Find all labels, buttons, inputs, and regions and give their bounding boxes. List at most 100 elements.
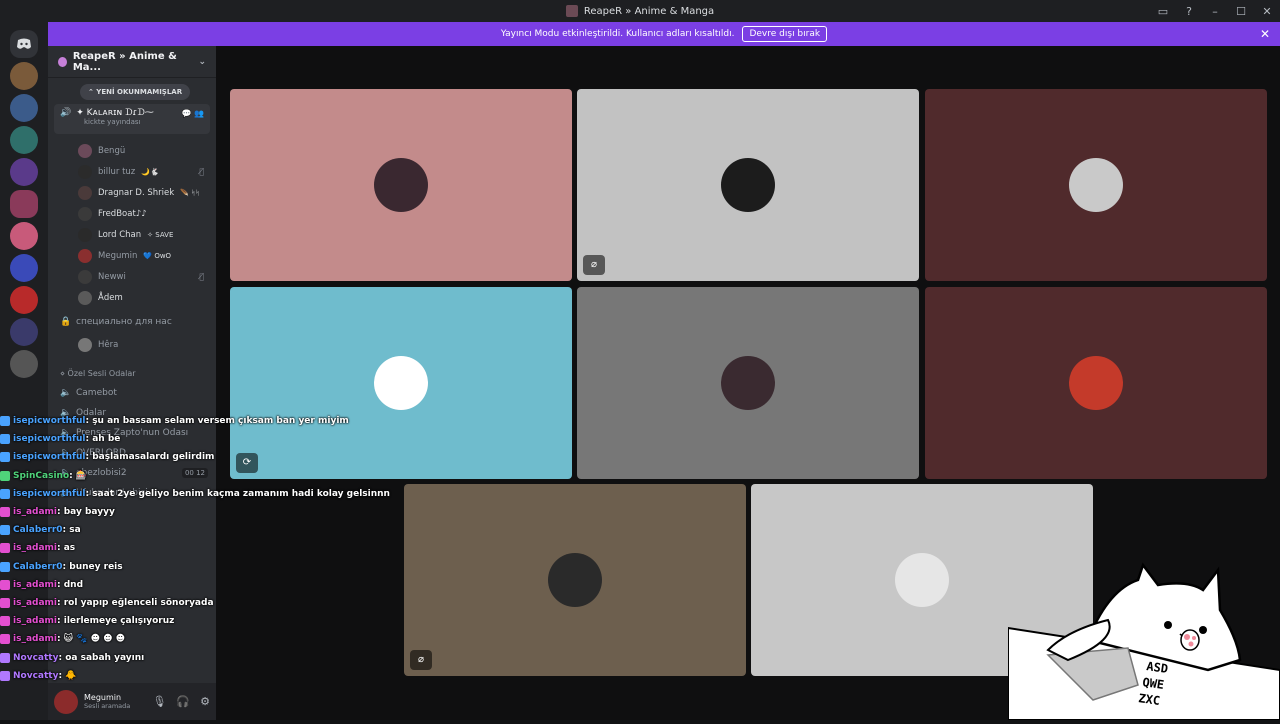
member-name: Hêra [98, 339, 119, 350]
user-status: Sesli aramada [84, 702, 131, 710]
svg-text:ZXC: ZXC [1138, 691, 1161, 708]
server-icon[interactable] [10, 350, 38, 378]
video-tile[interactable]: ⌀ [404, 484, 746, 676]
channel-list: 🔈 Camebot 🔈 Odalar 🔈 Prenses Zapto'nun Odası 🔈… [48, 383, 216, 503]
voice-channel[interactable]: 🔈 Camebot [48, 383, 216, 403]
muted-mic-icon: ⌀ [410, 650, 432, 670]
disable-streamer-mode-button[interactable]: Devre dışı bırak [742, 26, 828, 42]
bongo-cat-overlay: ASD QWE ZXC [1007, 560, 1280, 721]
member-badge: ✧ SAVE [147, 230, 174, 239]
speaker-icon: 🔈 [60, 448, 72, 458]
speaker-icon: 🔈 [60, 468, 72, 478]
member-name: Dragnar D. Shriek [98, 187, 175, 198]
member-name: Ådem [98, 292, 123, 303]
channel-name: OVERLORD [76, 448, 126, 458]
category-header[interactable]: ⋄ Özel Sesli Odalar [48, 363, 216, 383]
help-icon[interactable]: ? [1176, 5, 1202, 18]
server-badge-icon [58, 56, 67, 67]
speaker-icon: 🔈 [60, 488, 72, 498]
server-icon[interactable] [10, 254, 38, 282]
video-tile[interactable] [925, 89, 1267, 281]
server-header[interactable]: ReapeR » Anime & Ma... ⌄ [48, 46, 216, 78]
avatar [78, 227, 92, 242]
voice-channel[interactable]: 🔈 Ufukçular Lobisi [48, 483, 216, 503]
voice-member-list: Bengü billur tuz 🌙🐇 🎙̸ Dragnar D. Shriek 🪶 ᛋᛋ… [48, 140, 216, 308]
window-titlebar: ReapeR » Anime & Manga ▭ ? – ☐ ✕ [0, 0, 1280, 22]
server-icon[interactable] [10, 158, 38, 186]
channel-name: Odalar [76, 408, 107, 418]
voice-channel[interactable]: 🔈 Odalar [48, 403, 216, 423]
participant-avatar [895, 553, 949, 607]
active-voice-channel[interactable]: 🔊 ✦ Kᴀʟᴀʀɪɴ ᗪɾᗪ⁓ 💬 👥 kickte yayındası [54, 104, 210, 134]
channel-actions-icon[interactable]: 💬 👥 [182, 109, 204, 118]
channel-name: Camebot [76, 388, 117, 398]
channel-name: obezlobisi2 [76, 468, 127, 478]
server-icon[interactable] [10, 94, 38, 122]
server-name: ReapeR » Anime & Ma... [72, 50, 177, 73]
member-name: Newwi [98, 271, 126, 282]
video-tile[interactable] [577, 287, 919, 479]
muted-mic-icon: 🎙̸ [199, 272, 204, 281]
voice-member[interactable]: Bengü [48, 140, 216, 161]
member-badge: 🌙🐇 [141, 167, 159, 176]
banner-text: Yayıncı Modu etkinleştirildi. Kullanıcı … [500, 29, 735, 39]
server-icon[interactable] [10, 318, 38, 346]
banner-close-icon[interactable]: ✕ [1260, 27, 1270, 41]
voice-member[interactable]: Ådem [48, 287, 216, 308]
window-title-text: ReapeR » Anime & Manga [583, 5, 715, 17]
voice-member[interactable]: Newwi 🎙̸ [48, 266, 216, 287]
server-list [0, 22, 48, 720]
channel-locked[interactable]: 🔒 специально для нас [48, 312, 216, 332]
voice-channel[interactable]: 🔈 obezlobisi2 00 12 [48, 463, 216, 483]
participant-avatar [1069, 356, 1123, 410]
close-button[interactable]: ✕ [1254, 5, 1280, 18]
inbox-icon[interactable]: ▭ [1150, 5, 1176, 18]
user-panel: Megumin Sesli aramada 🎙 🎧 ⚙ [48, 683, 216, 720]
member-name: Lord Chan [98, 229, 142, 240]
voice-channel[interactable]: 🔈 OVERLORD [48, 443, 216, 463]
headphones-icon[interactable]: 🎧 [176, 695, 190, 708]
avatar [78, 164, 92, 179]
new-unreads-pill[interactable]: ⌃ YENİ OKUNMAMIŞLAR [80, 84, 191, 100]
maximize-button[interactable]: ☐ [1228, 5, 1254, 18]
minimize-button[interactable]: – [1202, 5, 1228, 18]
video-tile[interactable]: ⌀ [577, 89, 919, 281]
voice-channel[interactable]: 🔈 Prenses Zapto'nun Odası [48, 423, 216, 443]
video-tile[interactable]: ⟳ [230, 287, 572, 479]
app-icon [565, 5, 578, 17]
lock-icon: 🔒 [60, 317, 72, 327]
voice-member[interactable]: Lord Chan ✧ SAVE [48, 224, 216, 245]
speaker-icon: 🔈 [60, 408, 72, 418]
participant-avatar [1069, 158, 1123, 212]
member-badge: 🪶 ᛋᛋ [180, 188, 200, 197]
microphone-icon[interactable]: 🎙 [152, 695, 166, 708]
voice-member[interactable]: FredBoat♪♪ [48, 203, 216, 224]
server-icon[interactable] [10, 190, 38, 218]
participant-avatar [721, 356, 775, 410]
svg-text:QWE: QWE [1142, 675, 1165, 692]
participant-avatar [374, 356, 428, 410]
server-icon[interactable] [10, 286, 38, 314]
member-name: FredBoat♪♪ [98, 208, 147, 219]
discord-home-icon[interactable] [10, 30, 38, 58]
voice-member[interactable]: Hêra [48, 334, 216, 355]
muted-mic-icon: ⌀ [583, 255, 605, 275]
voice-member[interactable]: Dragnar D. Shriek 🪶 ᛋᛋ [48, 182, 216, 203]
avatar [78, 290, 92, 305]
server-icon[interactable] [10, 222, 38, 250]
server-icon[interactable] [10, 126, 38, 154]
username: Megumin [84, 693, 122, 702]
avatar[interactable] [54, 689, 78, 714]
voice-member[interactable]: billur tuz 🌙🐇 🎙̸ [48, 161, 216, 182]
avatar [78, 206, 92, 221]
video-tile[interactable] [230, 89, 572, 281]
server-icon[interactable] [10, 62, 38, 90]
svg-text:ASD: ASD [1146, 659, 1169, 676]
avatar [78, 269, 92, 284]
member-name: billur tuz [98, 166, 136, 177]
member-badge: 💙 OwO [143, 251, 172, 260]
voice-member[interactable]: Megumin 💙 OwO [48, 245, 216, 266]
speaker-icon: 🔈 [60, 428, 72, 438]
settings-gear-icon[interactable]: ⚙ [200, 695, 210, 708]
video-tile[interactable] [925, 287, 1267, 479]
